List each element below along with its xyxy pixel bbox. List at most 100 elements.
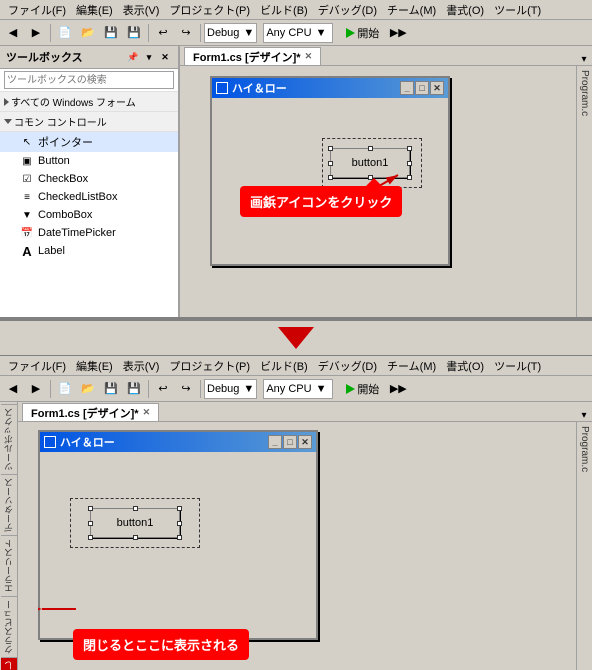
bottom-menu-build[interactable]: ビルド(B) bbox=[256, 357, 312, 375]
bottom-toolbar-extra[interactable]: ▶▶ bbox=[387, 378, 409, 400]
menu-build[interactable]: ビルド(B) bbox=[256, 1, 312, 19]
bottom-menu-edit[interactable]: 編集(E) bbox=[72, 357, 117, 375]
bottom-handle-tm bbox=[133, 506, 138, 511]
toolbox-item-combobox[interactable]: ▼ ComboBox bbox=[0, 206, 178, 224]
section-arrow bbox=[0, 320, 592, 356]
bottom-button1-control[interactable]: button1 bbox=[90, 508, 180, 538]
menu-edit[interactable]: 編集(E) bbox=[72, 1, 117, 19]
start-button[interactable]: 開始 bbox=[339, 22, 386, 44]
bottom-menu-view[interactable]: 表示(V) bbox=[119, 357, 164, 375]
bottom-handle-tl bbox=[88, 506, 93, 511]
toolbar-redo[interactable]: ↪ bbox=[175, 22, 197, 44]
form-app-icon bbox=[216, 82, 228, 94]
handle-tm bbox=[368, 146, 373, 151]
bottom-toolbar-new[interactable]: 📄 bbox=[54, 378, 76, 400]
right-collapsed-tab-bottom[interactable]: Program.c bbox=[576, 422, 592, 670]
bottom-menubar: ファイル(F) 編集(E) 表示(V) プロジェクト(P) ビルド(B) デバッ… bbox=[0, 356, 592, 376]
label-icon: A bbox=[20, 244, 34, 258]
bottom-callout-arrow bbox=[38, 599, 78, 622]
bottom-close-button[interactable]: ✕ bbox=[298, 435, 312, 449]
toolbar-new[interactable]: 📄 bbox=[54, 22, 76, 44]
bottom-doc-tab-form1[interactable]: Form1.cs [デザイン]* ✕ bbox=[22, 403, 159, 421]
toolbox-item-checkedlistbox[interactable]: ≡ CheckedListBox bbox=[0, 188, 178, 206]
bottom-design-canvas: ハイ＆ロー _ □ ✕ bbox=[18, 422, 576, 670]
toolbar-save[interactable]: 💾 bbox=[100, 22, 122, 44]
toolbar-forward[interactable]: ▶ bbox=[25, 22, 47, 44]
tab-nav-icon[interactable]: ▾ bbox=[576, 54, 592, 65]
toolbox-search-input[interactable] bbox=[4, 71, 174, 89]
bottom-toolbar-sep3 bbox=[200, 380, 201, 398]
cpu-dropdown[interactable]: Any CPU ▼ bbox=[263, 23, 333, 43]
menu-team[interactable]: チーム(M) bbox=[383, 1, 440, 19]
bottom-toolbar-forward[interactable]: ▶ bbox=[25, 378, 47, 400]
checkedlistbox-icon: ≡ bbox=[20, 190, 34, 204]
handle-br bbox=[407, 175, 412, 180]
toolbar-saveall[interactable]: 💾 bbox=[123, 22, 145, 44]
debug-config-dropdown[interactable]: Debug ▼ bbox=[204, 23, 257, 43]
menu-format[interactable]: 書式(O) bbox=[442, 1, 488, 19]
bottom-toolbar-saveall[interactable]: 💾 bbox=[123, 378, 145, 400]
datetimepicker-icon: 📅 bbox=[20, 226, 34, 240]
bottom-handle-tr bbox=[177, 506, 182, 511]
bottom-debug-config-dropdown[interactable]: Debug ▼ bbox=[204, 379, 257, 399]
doc-tab-form1[interactable]: Form1.cs [デザイン]* ✕ bbox=[184, 47, 321, 65]
toolbar-back[interactable]: ◀ bbox=[2, 22, 24, 44]
close-button[interactable]: ✕ bbox=[430, 81, 444, 95]
side-tab-classview[interactable]: クラスビュー bbox=[1, 596, 17, 657]
handle-ml bbox=[328, 161, 333, 166]
toolbox-item-pointer[interactable]: ↖ ポインター bbox=[0, 132, 178, 152]
toolbar-extra[interactable]: ▶▶ bbox=[387, 22, 409, 44]
bottom-tab-nav-icon[interactable]: ▾ bbox=[576, 410, 592, 421]
callout-close: 閉じるとここに表示される bbox=[73, 629, 249, 660]
minimize-button[interactable]: _ bbox=[400, 81, 414, 95]
side-tab-datasource[interactable]: データソース bbox=[1, 474, 17, 535]
menu-view[interactable]: 表示(V) bbox=[119, 1, 164, 19]
bottom-toolbar-redo[interactable]: ↪ bbox=[175, 378, 197, 400]
toolbox-close-icon[interactable]: ✕ bbox=[158, 50, 172, 64]
bottom-menu-tools[interactable]: ツール(T) bbox=[490, 357, 545, 375]
toolbox-group-common[interactable]: コモン コントロール bbox=[0, 112, 178, 132]
maximize-button[interactable]: □ bbox=[415, 81, 429, 95]
bottom-menu-debug[interactable]: デバッグ(D) bbox=[314, 357, 381, 375]
top-design-canvas: ハイ＆ロー _ □ ✕ bbox=[180, 66, 576, 317]
bottom-toolbar-save[interactable]: 💾 bbox=[100, 378, 122, 400]
bottom-doc-tab-close[interactable]: ✕ bbox=[143, 407, 151, 418]
right-collapsed-tab-top[interactable]: Program.c bbox=[576, 66, 592, 317]
bottom-start-button[interactable]: 開始 bbox=[339, 378, 386, 400]
side-tab-toolbox[interactable]: ツールボックス bbox=[1, 404, 17, 474]
toolbox-item-datetimepicker[interactable]: 📅 DateTimePicker bbox=[0, 224, 178, 242]
menu-debug[interactable]: デバッグ(D) bbox=[314, 1, 381, 19]
toolbox-item-button[interactable]: ▣ Button bbox=[0, 152, 178, 170]
bottom-cpu-dropdown[interactable]: Any CPU ▼ bbox=[263, 379, 333, 399]
bottom-toolbar-back[interactable]: ◀ bbox=[2, 378, 24, 400]
bottom-menu-file[interactable]: ファイル(F) bbox=[4, 357, 70, 375]
toolbox-item-checkbox[interactable]: ☑ CheckBox bbox=[0, 170, 178, 188]
down-arrow-icon bbox=[278, 327, 314, 349]
toolbar-open[interactable]: 📂 bbox=[77, 22, 99, 44]
right-tab-label: Program.c bbox=[579, 70, 590, 116]
bottom-menu-project[interactable]: プロジェクト(P) bbox=[165, 357, 254, 375]
side-tab-errorlist[interactable]: エラーリスト bbox=[1, 535, 17, 596]
bottom-minimize-button[interactable]: _ bbox=[268, 435, 282, 449]
bottom-content-area: Form1.cs [デザイン]* ✕ ▾ ハイ＆ロー bbox=[18, 402, 592, 670]
bottom-toolbar-undo[interactable]: ↩ bbox=[152, 378, 174, 400]
doc-tab-close[interactable]: ✕ bbox=[305, 51, 313, 62]
bottom-side-tabs: ツールボックス データソース エラーリスト クラスビュー コードなし bbox=[0, 402, 18, 670]
side-tab-codenone[interactable]: コードなし bbox=[1, 657, 17, 670]
menu-tools[interactable]: ツール(T) bbox=[490, 1, 545, 19]
toolbox-arrow-icon[interactable]: ▾ bbox=[142, 50, 156, 64]
bottom-toolbar-sep2 bbox=[148, 380, 149, 398]
toolbox-pin-icon[interactable]: 📌 bbox=[126, 50, 140, 64]
toolbar-undo[interactable]: ↩ bbox=[152, 22, 174, 44]
bottom-menu-format[interactable]: 書式(O) bbox=[442, 357, 488, 375]
menu-project[interactable]: プロジェクト(P) bbox=[165, 1, 254, 19]
menu-file[interactable]: ファイル(F) bbox=[4, 1, 70, 19]
play-icon bbox=[346, 28, 355, 38]
bottom-menu-team[interactable]: チーム(M) bbox=[383, 357, 440, 375]
toolbox-item-label[interactable]: A Label bbox=[0, 242, 178, 260]
bottom-form-app-icon bbox=[44, 436, 56, 448]
bottom-maximize-button[interactable]: □ bbox=[283, 435, 297, 449]
toolbox-group-winforms[interactable]: すべての Windows フォーム bbox=[0, 92, 178, 112]
checkbox-icon: ☑ bbox=[20, 172, 34, 186]
bottom-toolbar-open[interactable]: 📂 bbox=[77, 378, 99, 400]
